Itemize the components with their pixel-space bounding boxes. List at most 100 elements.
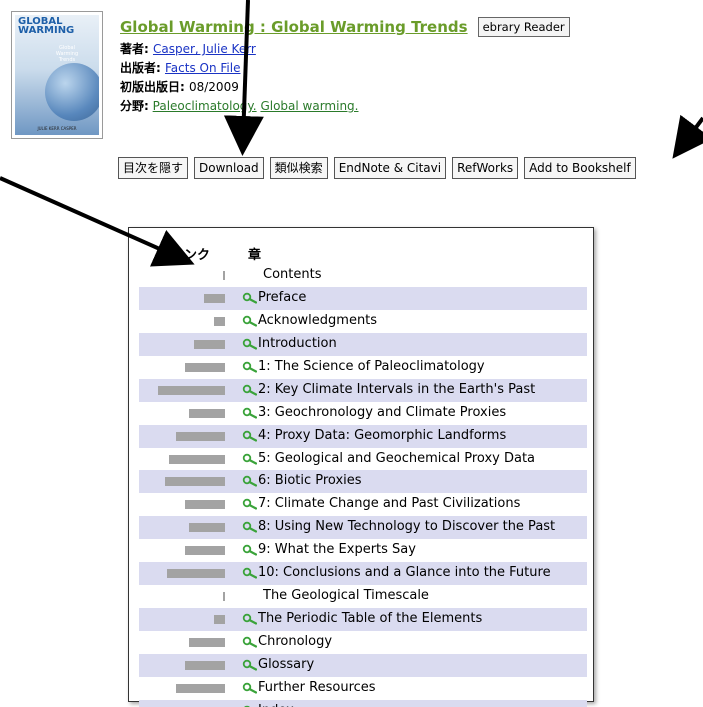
rank-bar — [185, 500, 225, 510]
chapter-label[interactable]: 3: Geochronology and Climate Proxies — [258, 402, 506, 425]
chapter-label[interactable]: 6: Biotic Proxies — [258, 470, 362, 493]
rank-bar — [204, 293, 225, 303]
ebrary-reader-button[interactable]: ebrary Reader — [477, 17, 570, 37]
toc-row[interactable]: The Periodic Table of the Elements — [139, 608, 587, 631]
cover-author: JULIE KERR CASPER — [37, 126, 77, 131]
toc-row[interactable]: 1: The Science of Paleoclimatology — [139, 356, 587, 379]
chapter-label[interactable]: Index — [258, 700, 294, 707]
globe-image — [45, 63, 99, 121]
rank-bar — [189, 523, 225, 533]
book-metadata: Global Warming : Global Warming Trends e… — [120, 14, 570, 116]
subject-link[interactable]: Paleoclimatology. — [153, 99, 257, 113]
rank-bar — [214, 615, 225, 625]
magnifier-icon[interactable] — [242, 680, 258, 694]
toc-row[interactable]: Chronology — [139, 631, 587, 654]
magnifier-icon[interactable] — [242, 313, 258, 327]
magnifier-icon[interactable] — [242, 290, 258, 304]
chapter-label[interactable]: 4: Proxy Data: Geomorphic Landforms — [258, 425, 506, 448]
rank-bar — [223, 592, 225, 602]
meta-label: 出版者: — [120, 61, 165, 75]
toc-row[interactable]: 9: What the Experts Say — [139, 539, 587, 562]
chapter-label[interactable]: Acknowledgments — [258, 310, 377, 333]
rank-column-header: ランク — [171, 248, 211, 263]
toc-row[interactable]: 8: Using New Technology to Discover the … — [139, 516, 587, 540]
toc-row[interactable]: Introduction — [139, 332, 587, 356]
similar-search-button[interactable]: 類似検索 — [269, 157, 328, 179]
toc-list: Contents Preface Acknowledgments Introducti… — [139, 264, 587, 707]
chapter-label[interactable]: 8: Using New Technology to Discover the … — [258, 516, 555, 539]
rank-bar — [214, 316, 225, 326]
meta-link[interactable]: Casper, Julie Kerr — [153, 42, 256, 56]
rank-bar — [176, 431, 225, 441]
add-to-bookshelf-button[interactable]: Add to Bookshelf — [524, 157, 636, 179]
subject-link[interactable]: Global warming. — [260, 99, 358, 113]
rank-bar — [165, 477, 225, 487]
chapter-label[interactable]: 5: Geological and Geochemical Proxy Data — [258, 448, 535, 471]
magnifier-icon[interactable] — [242, 703, 257, 707]
toc-row[interactable]: 3: Geochronology and Climate Proxies — [139, 402, 587, 425]
endnote-citavi-button[interactable]: EndNote & Citavi — [333, 157, 447, 179]
rank-bar — [176, 683, 225, 693]
toc-row[interactable]: 2: Key Climate Intervals in the Earth's … — [139, 378, 587, 402]
toc-row[interactable]: 6: Biotic Proxies — [139, 470, 587, 494]
rank-bar — [194, 339, 225, 349]
download-button[interactable]: Download — [194, 157, 264, 179]
magnifier-icon[interactable] — [242, 336, 258, 350]
magnifier-icon[interactable] — [242, 382, 258, 396]
chapter-label[interactable]: Contents — [263, 264, 321, 287]
chapter-label[interactable]: Glossary — [258, 654, 314, 677]
magnifier-icon[interactable] — [242, 657, 258, 671]
toc-row[interactable]: 7: Climate Change and Past Civilizations — [139, 493, 587, 516]
magnifier-icon[interactable] — [242, 496, 258, 510]
book-title-link[interactable]: Global Warming : Global Warming Trends — [120, 18, 468, 36]
chapter-label[interactable]: Further Resources — [258, 677, 376, 700]
chapter-label[interactable]: 9: What the Experts Say — [258, 539, 416, 562]
rank-bar — [189, 408, 225, 418]
chapter-label[interactable]: 2: Key Climate Intervals in the Earth's … — [258, 379, 535, 402]
meta-link[interactable]: Facts On File — [165, 61, 240, 75]
toolbar: 目次を隠す Download 類似検索 EndNote & Citavi RefWork… — [118, 157, 636, 179]
toc-row[interactable]: Acknowledgments — [139, 310, 587, 333]
toc-row[interactable]: Contents — [139, 264, 587, 287]
magnifier-icon[interactable] — [242, 519, 258, 533]
magnifier-icon[interactable] — [242, 359, 258, 373]
chapter-label[interactable]: Chronology — [258, 631, 332, 654]
toc-row[interactable]: Further Resources — [139, 677, 587, 700]
rank-bar — [185, 546, 225, 556]
refworks-button[interactable]: RefWorks — [452, 157, 519, 179]
chapter-label[interactable]: The Geological Timescale — [263, 585, 429, 608]
magnifier-icon[interactable] — [242, 611, 258, 625]
toc-row[interactable]: Index — [139, 699, 587, 707]
chapter-label[interactable]: 10: Conclusions and a Glance into the Fu… — [258, 562, 551, 585]
cover-title: GLOBAL WARMING — [18, 16, 75, 36]
chapter-label[interactable]: Introduction — [258, 333, 337, 356]
magnifier-icon[interactable] — [242, 451, 258, 465]
chapter-label[interactable]: 1: The Science of Paleoclimatology — [258, 356, 485, 379]
chapter-label[interactable]: 7: Climate Change and Past Civilizations — [258, 493, 520, 516]
magnifier-icon[interactable] — [242, 405, 258, 419]
chapter-label[interactable]: Preface — [258, 287, 306, 310]
magnifier-icon[interactable] — [242, 542, 258, 556]
toc-row[interactable]: The Geological Timescale — [139, 585, 587, 608]
chapter-column-header: 章 — [248, 248, 262, 263]
rank-bar — [189, 638, 225, 647]
subject-label: 分野: — [120, 99, 149, 113]
toc-row[interactable]: 5: Geological and Geochemical Proxy Data — [139, 448, 587, 471]
toc-row[interactable]: 4: Proxy Data: Geomorphic Landforms — [139, 424, 587, 448]
toc-row[interactable]: 10: Conclusions and a Glance into the Fu… — [139, 562, 587, 586]
magnifier-icon[interactable] — [242, 473, 258, 488]
rank-bar — [185, 362, 225, 372]
toc-row[interactable]: Glossary — [139, 653, 587, 677]
magnifier-icon[interactable] — [242, 565, 258, 579]
hide-toc-button[interactable]: 目次を隠す — [118, 157, 189, 179]
meta-line: 著者: Casper, Julie Kerr — [120, 40, 570, 59]
magnifier-icon[interactable] — [242, 428, 258, 442]
meta-lines: 著者: Casper, Julie Kerr 出版者: Facts On File… — [120, 40, 570, 97]
meta-line: 出版者: Facts On File — [120, 59, 570, 78]
toc-row[interactable]: Preface — [139, 286, 587, 310]
rank-bar — [167, 569, 225, 579]
chapter-label[interactable]: The Periodic Table of the Elements — [258, 608, 482, 631]
magnifier-icon[interactable] — [242, 634, 258, 648]
book-cover[interactable]: GLOBAL WARMING Global Warming Trends JUL… — [11, 11, 103, 139]
rank-bar — [185, 660, 225, 670]
